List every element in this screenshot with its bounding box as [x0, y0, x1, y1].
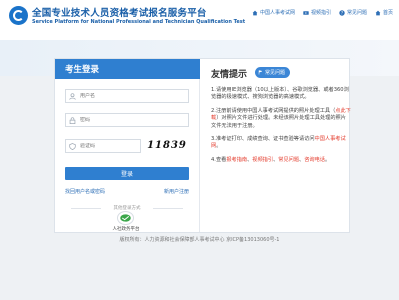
lock-icon: [69, 116, 76, 124]
nav-link-video-guide[interactable]: 视频指引: [303, 9, 331, 16]
video-guide-link[interactable]: 视频指引: [252, 157, 273, 163]
question-icon: ?: [339, 9, 345, 16]
svg-text:?: ?: [341, 10, 343, 15]
main-card: 考生登录 11839 登录 找回用户名或密码 新用户注册 其他登录方式: [54, 58, 351, 233]
logo-icon: [9, 6, 28, 25]
tips-list: 1.请使用IE浏览器（10以上版本）、谷歌浏览器、或者360浏览器的极速模式、搜…: [211, 87, 351, 170]
shield-icon: [69, 142, 76, 150]
user-icon: [69, 92, 76, 100]
gov-platform-login-label[interactable]: 人社政务平台: [95, 226, 157, 232]
username-input[interactable]: [80, 93, 170, 99]
faq-button[interactable]: 常见问题: [255, 67, 291, 78]
other-login-label: 其他登录方式: [65, 205, 189, 211]
captcha-field[interactable]: [65, 139, 141, 153]
faq-link[interactable]: 常见问题: [278, 157, 299, 163]
gov-platform-login-icon[interactable]: [117, 211, 134, 225]
flag-icon: [258, 70, 263, 75]
header: 全国专业技术人员资格考试报名服务平台 Service Platform for …: [0, 0, 399, 40]
nav-link-home[interactable]: 首页: [375, 9, 393, 16]
tip-item-2: 2.注册前请使用中国人事考试网提供的照片处理工具（点此下载）对照片文件进行处理。…: [211, 107, 351, 129]
top-nav: 中国人事考试网 视频指引 ? 常见问题 首页: [252, 9, 393, 16]
forgot-credentials-link[interactable]: 找回用户名或密码: [65, 188, 105, 195]
nav-link-faq[interactable]: ? 常见问题: [339, 9, 367, 16]
tips-title: 友情提示: [211, 70, 248, 80]
hotline-link[interactable]: 咨询电话: [304, 157, 325, 163]
nav-link-cpta[interactable]: 中国人事考试网: [252, 9, 295, 16]
login-links: 找回用户名或密码 新用户注册: [65, 188, 189, 195]
captcha-input[interactable]: [80, 143, 130, 149]
footer-copyright: 版权所有：人力资源和社会保障部人事考试中心 京ICP备13013060号-1: [119, 237, 280, 243]
site-subtitle: Service Platform for National Profession…: [32, 19, 246, 25]
login-title: 考生登录: [65, 65, 100, 75]
tip-item-4: 4.查看报考指南、视频指引、常见问题、咨询电话。: [211, 156, 331, 163]
password-field[interactable]: [65, 113, 189, 127]
register-link[interactable]: 新用户注册: [164, 188, 189, 195]
tip-item-1: 1.请使用IE浏览器（10以上版本）、谷歌浏览器、或者360浏览器的极速模式、搜…: [211, 87, 349, 101]
tip-item-3: 3.准考证打印、成绩查询、证书查验等请访问中国人事考试网。: [211, 136, 346, 150]
login-header: 考生登录: [55, 59, 200, 79]
login-panel: 考生登录 11839 登录 找回用户名或密码 新用户注册 其他登录方式: [55, 59, 200, 232]
video-icon: [303, 10, 309, 15]
home-icon: [252, 10, 258, 15]
username-field[interactable]: [65, 89, 189, 103]
login-button[interactable]: 登录: [65, 167, 189, 180]
exam-guide-link[interactable]: 报考指南: [226, 157, 247, 163]
site-title: 全国专业技术人员资格考试报名服务平台: [32, 8, 207, 19]
home-icon: [375, 10, 381, 15]
password-input[interactable]: [80, 117, 170, 123]
captcha-image[interactable]: 11839: [146, 139, 188, 152]
tips-panel: 友情提示 常见问题 1.请使用IE浏览器（10以上版本）、谷歌浏览器、或者360…: [207, 59, 351, 232]
